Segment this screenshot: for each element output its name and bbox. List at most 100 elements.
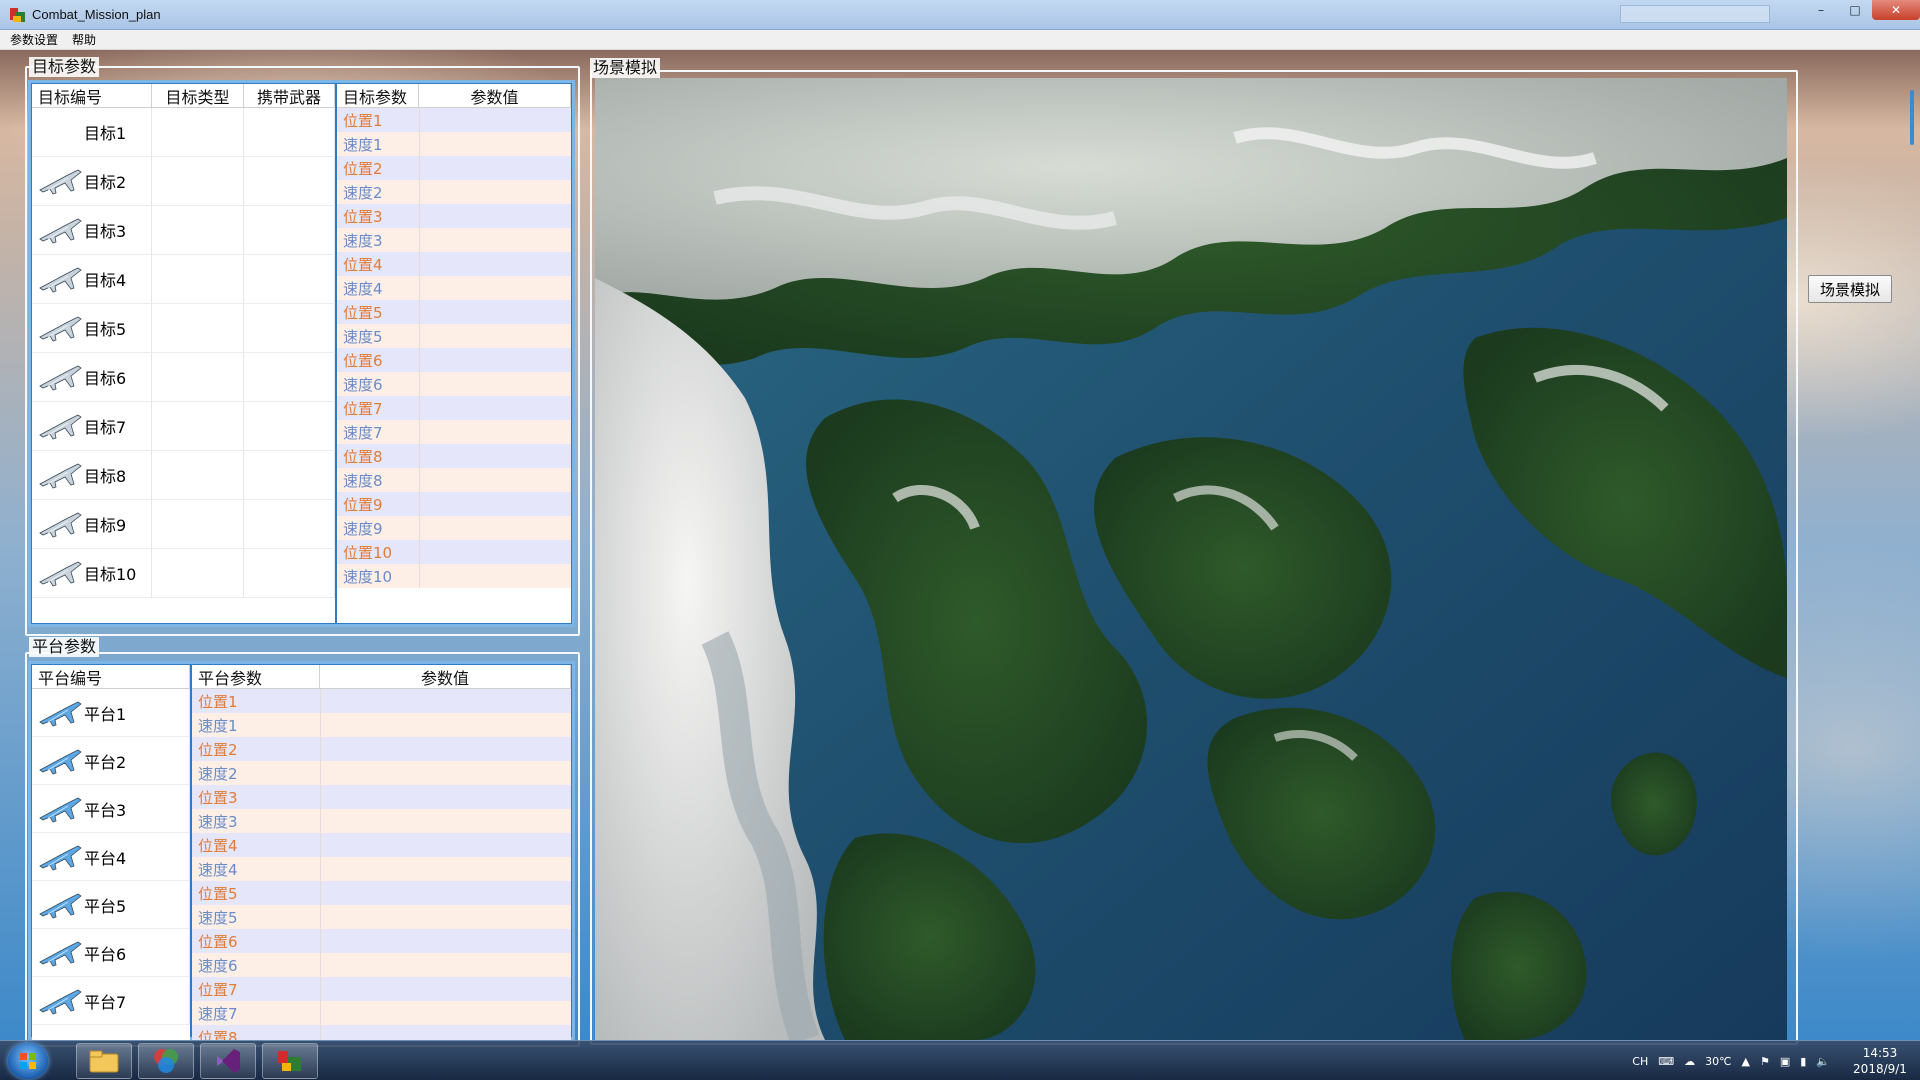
platform-param-value[interactable]	[320, 761, 571, 785]
weather-temperature[interactable]: 30℃	[1705, 1055, 1731, 1068]
platform-param-row[interactable]: 位置6	[192, 929, 571, 953]
col-target-id[interactable]: 目标编号	[32, 84, 152, 107]
target-param-value[interactable]	[419, 180, 571, 204]
target-type-cell[interactable]	[152, 353, 244, 401]
platform-param-row[interactable]: 位置3	[192, 785, 571, 809]
target-param-value[interactable]	[419, 108, 571, 132]
platform-param-value[interactable]	[320, 1025, 571, 1040]
target-param-row[interactable]: 位置8	[337, 444, 571, 468]
target-param-value[interactable]	[419, 468, 571, 492]
target-param-row[interactable]: 速度7	[337, 420, 571, 444]
platform-param-row[interactable]: 速度4	[192, 857, 571, 881]
taskbar-color-app[interactable]	[138, 1043, 194, 1079]
target-param-row[interactable]: 速度8	[337, 468, 571, 492]
target-weapon-cell[interactable]	[244, 353, 335, 401]
platform-row[interactable]: 平台7	[32, 977, 190, 1025]
platform-param-row[interactable]: 位置4	[192, 833, 571, 857]
target-weapon-cell[interactable]	[244, 549, 335, 597]
target-row[interactable]: 目标6	[32, 353, 335, 402]
col-param-value[interactable]: 参数值	[419, 84, 571, 107]
scene-simulate-button[interactable]: 场景模拟	[1808, 275, 1892, 303]
target-weapon-cell[interactable]	[244, 304, 335, 352]
target-param-row[interactable]: 速度3	[337, 228, 571, 252]
target-param-value[interactable]	[419, 156, 571, 180]
target-param-row[interactable]: 速度9	[337, 516, 571, 540]
target-param-row[interactable]: 位置10	[337, 540, 571, 564]
platform-param-value[interactable]	[320, 1001, 571, 1025]
minimize-button[interactable]: –	[1804, 0, 1838, 20]
input-language[interactable]: CH	[1632, 1055, 1648, 1068]
target-weapon-cell[interactable]	[244, 108, 335, 156]
target-param-row[interactable]: 位置9	[337, 492, 571, 516]
platform-param-value[interactable]	[320, 881, 571, 905]
target-weapon-cell[interactable]	[244, 500, 335, 548]
col-platform-param[interactable]: 平台参数	[192, 665, 320, 688]
platform-param-value[interactable]	[320, 833, 571, 857]
target-param-table[interactable]: 目标参数 参数值 位置1 速度1 位置2 速度2 位置3 速度3 位置4 速度4 位置5 速度5 位…	[337, 84, 571, 623]
platform-param-row[interactable]: 位置8	[192, 1025, 571, 1040]
taskbar-file-explorer[interactable]	[76, 1043, 132, 1079]
target-param-value[interactable]	[419, 492, 571, 516]
target-param-row[interactable]: 位置4	[337, 252, 571, 276]
start-button[interactable]	[8, 1043, 48, 1079]
taskbar-clock[interactable]: 14:53 2018/9/1	[1840, 1045, 1920, 1077]
target-type-cell[interactable]	[152, 500, 244, 548]
menu-item-help[interactable]: 帮助	[72, 31, 96, 48]
target-param-row[interactable]: 位置2	[337, 156, 571, 180]
target-type-cell[interactable]	[152, 108, 244, 156]
platform-param-table[interactable]: 平台参数 参数值 位置1 速度1 位置2 速度2 位置3 速度3 位置4 速度4 位置5 速度5 位…	[192, 665, 571, 1040]
target-param-row[interactable]: 位置5	[337, 300, 571, 324]
weather-icon[interactable]: ☁	[1684, 1055, 1695, 1068]
target-param-value[interactable]	[419, 204, 571, 228]
target-type-cell[interactable]	[152, 157, 244, 205]
platform-param-value[interactable]	[320, 905, 571, 929]
target-param-value[interactable]	[419, 324, 571, 348]
target-param-value[interactable]	[419, 228, 571, 252]
platform-param-value[interactable]	[320, 953, 571, 977]
target-row[interactable]: 目标2	[32, 157, 335, 206]
col-platform-value[interactable]: 参数值	[320, 665, 571, 688]
action-center-flag-icon[interactable]: ⚑	[1760, 1055, 1770, 1068]
platform-param-value[interactable]	[320, 689, 571, 713]
platform-param-row[interactable]: 位置2	[192, 737, 571, 761]
target-param-value[interactable]	[419, 348, 571, 372]
platform-param-value[interactable]	[320, 929, 571, 953]
target-row[interactable]: 目标4	[32, 255, 335, 304]
platform-param-row[interactable]: 速度1	[192, 713, 571, 737]
platform-row[interactable]: 平台6	[32, 929, 190, 977]
target-param-value[interactable]	[419, 540, 571, 564]
target-param-value[interactable]	[419, 372, 571, 396]
close-button[interactable]: ✕	[1872, 0, 1920, 20]
taskbar-matlab[interactable]	[262, 1043, 318, 1079]
target-row[interactable]: 目标8	[32, 451, 335, 500]
target-param-row[interactable]: 位置1	[337, 108, 571, 132]
target-type-cell[interactable]	[152, 451, 244, 499]
target-param-row[interactable]: 速度6	[337, 372, 571, 396]
target-param-value[interactable]	[419, 300, 571, 324]
target-type-cell[interactable]	[152, 402, 244, 450]
maximize-button[interactable]: □	[1838, 0, 1872, 20]
target-weapon-cell[interactable]	[244, 157, 335, 205]
platform-row[interactable]: 平台4	[32, 833, 190, 881]
platform-param-value[interactable]	[320, 737, 571, 761]
platform-param-row[interactable]: 速度2	[192, 761, 571, 785]
col-target-type[interactable]: 目标类型	[152, 84, 244, 107]
platform-param-value[interactable]	[320, 977, 571, 1001]
platform-row[interactable]: 平台1	[32, 689, 190, 737]
platform-param-row[interactable]: 速度3	[192, 809, 571, 833]
target-table[interactable]: 目标编号 目标类型 携带武器 目标1 目标2 目标3 目标4 目标5 目标6 目标7 目标8 目…	[32, 84, 335, 623]
platform-param-value[interactable]	[320, 785, 571, 809]
target-type-cell[interactable]	[152, 255, 244, 303]
target-type-cell[interactable]	[152, 549, 244, 597]
target-param-value[interactable]	[419, 516, 571, 540]
platform-row[interactable]: 平台2	[32, 737, 190, 785]
platform-param-row[interactable]: 位置1	[192, 689, 571, 713]
target-row[interactable]: 目标1	[32, 108, 335, 157]
scene-map-view[interactable]	[595, 78, 1787, 1040]
target-param-row[interactable]: 速度4	[337, 276, 571, 300]
platform-param-row[interactable]: 位置7	[192, 977, 571, 1001]
target-param-value[interactable]	[419, 396, 571, 420]
platform-row[interactable]: 平台5	[32, 881, 190, 929]
platform-param-row[interactable]: 速度6	[192, 953, 571, 977]
usb-device-icon[interactable]: ▣	[1780, 1055, 1790, 1068]
